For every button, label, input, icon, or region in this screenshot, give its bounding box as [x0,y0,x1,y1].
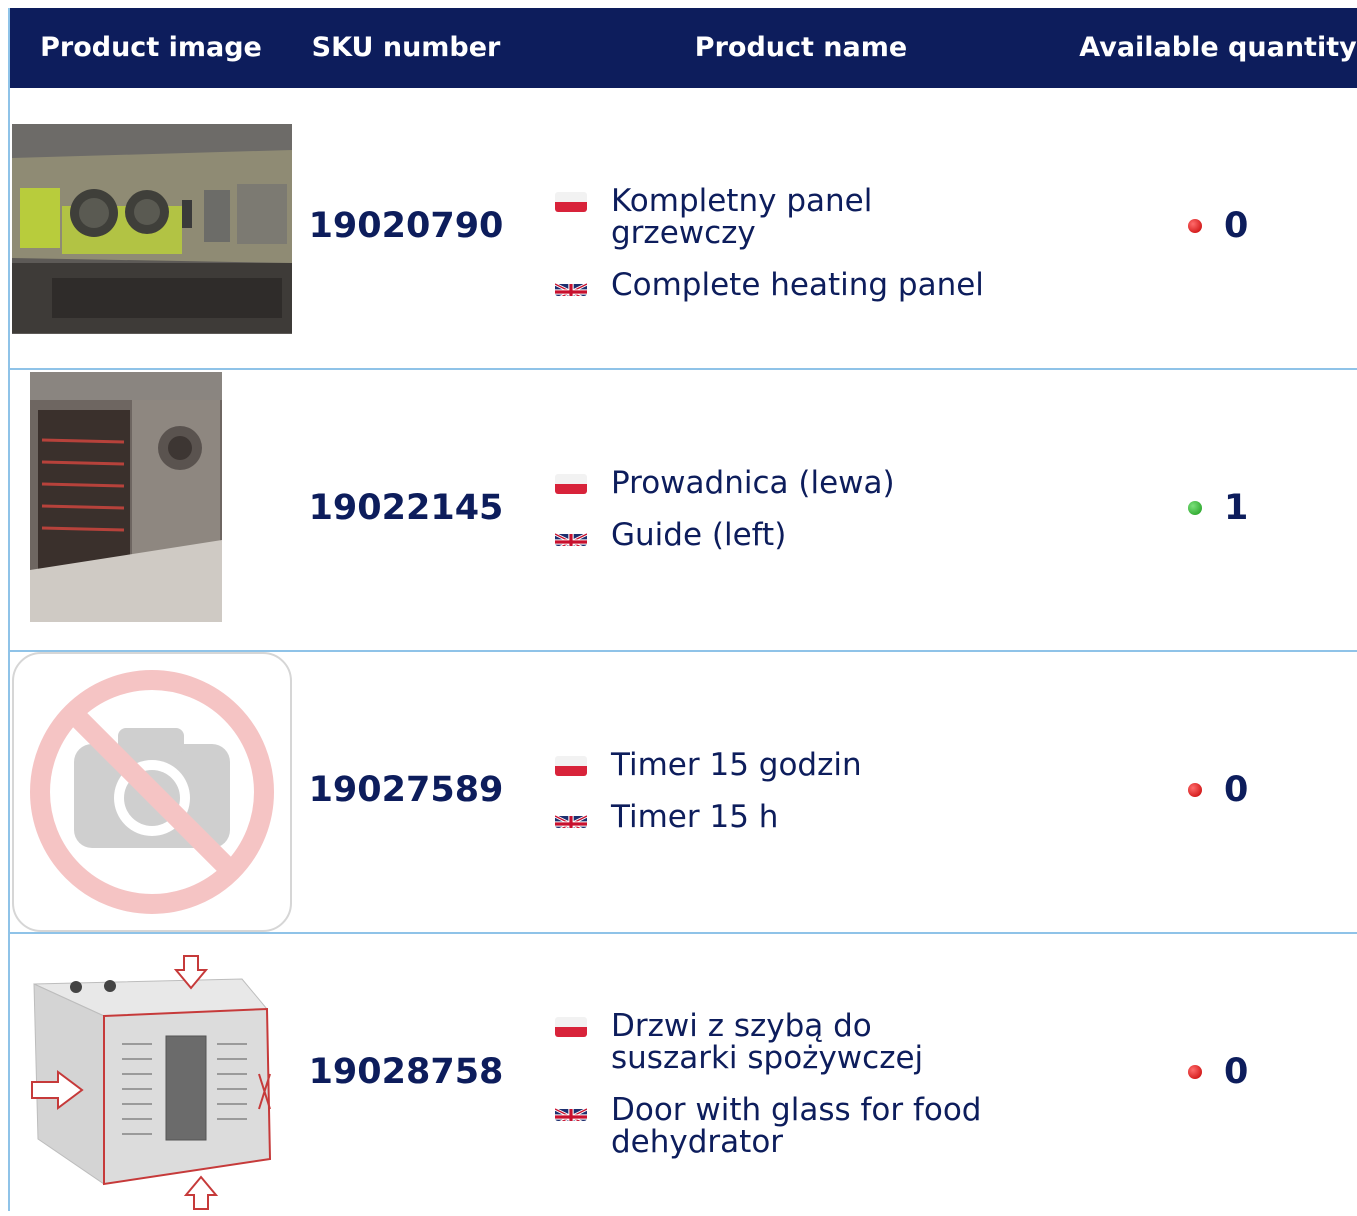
out-of-stock-dot-icon [1188,1065,1202,1079]
product-table: Product image SKU number Product name Av… [8,8,1357,1214]
product-name-pl-text: Kompletny panel grzewczy [611,183,873,251]
uk-flag-icon [555,1101,587,1121]
product-name: Timer 15 godzin Timer 15 h [555,749,1025,853]
product-image-heating-panel[interactable] [12,88,292,368]
dehydrator-door-diagram [12,934,292,1214]
quantity-value: 1 [1224,488,1249,528]
available-quantity: 1 [1188,488,1288,528]
product-name-en-text: Timer 15 h [611,799,779,835]
product-name-pl: Drzwi z szybą do suszarki spożywczej [555,1010,1000,1074]
product-name-pl: Kompletny panel grzewczy [555,185,1025,249]
table-row[interactable]: 19022145 Prowadnica (lewa) Guide (left) … [10,370,1357,652]
sku-number: 19028758 [308,1052,504,1092]
available-quantity: 0 [1188,206,1288,246]
table-header: Product image SKU number Product name Av… [10,8,1357,88]
available-quantity: 0 [1188,1052,1288,1092]
product-image-door[interactable] [12,934,292,1214]
sku-number: 19020790 [308,206,504,246]
no-photo-icon [12,652,292,932]
product-name-pl: Prowadnica (lewa) [555,467,1025,499]
uk-flag-icon [555,808,587,828]
product-name-pl-text: Timer 15 godzin [611,747,862,783]
dehydrator-interior-photo [12,370,292,650]
quantity-value: 0 [1224,206,1249,246]
uk-flag-icon [555,276,587,296]
product-name-en-text: Guide (left) [611,517,787,553]
available-quantity: 0 [1188,770,1288,810]
header-product-name[interactable]: Product name [546,8,1056,88]
table-row[interactable]: 19027589 Timer 15 godzin Timer 15 h 0 [10,652,1357,934]
quantity-value: 0 [1224,1052,1249,1092]
sku-number: 19027589 [308,770,504,810]
header-product-image[interactable]: Product image [10,8,292,88]
product-name-en: Complete heating panel [555,269,1025,301]
product-name-pl: Timer 15 godzin [555,749,1025,781]
quantity-value: 0 [1224,770,1249,810]
poland-flag-icon [555,192,587,212]
product-name-en: Door with glass for food dehydrator [555,1094,1000,1158]
product-name-pl-text: Drzwi z szybą do suszarki spożywczej [611,1008,924,1076]
product-name-pl-text: Prowadnica (lewa) [611,465,895,501]
in-stock-dot-icon [1188,501,1202,515]
table-row[interactable]: 19020790 Kompletny panel grzewczy Comple… [10,88,1357,370]
product-image-timer[interactable] [12,652,292,932]
product-name: Drzwi z szybą do suszarki spożywczej Doo… [555,1010,1000,1178]
sku-number: 19022145 [308,488,504,528]
out-of-stock-dot-icon [1188,219,1202,233]
table-row[interactable]: 19028758 Drzwi z szybą do suszarki spoży… [10,934,1357,1216]
product-name-en: Guide (left) [555,519,1025,551]
product-name-en: Timer 15 h [555,801,1025,833]
poland-flag-icon [555,756,587,776]
header-available-quantity[interactable]: Available quantity [1068,8,1357,88]
poland-flag-icon [555,1017,587,1037]
out-of-stock-dot-icon [1188,783,1202,797]
poland-flag-icon [555,474,587,494]
heating-panel-photo [12,88,292,368]
product-name: Kompletny panel grzewczy Complete heatin… [555,185,1025,321]
product-name-en-text: Complete heating panel [611,267,984,303]
product-name-en-text: Door with glass for food dehydrator [611,1092,982,1160]
uk-flag-icon [555,526,587,546]
product-name: Prowadnica (lewa) Guide (left) [555,467,1025,571]
header-sku-number[interactable]: SKU number [292,8,520,88]
product-image-guide[interactable] [12,370,292,650]
